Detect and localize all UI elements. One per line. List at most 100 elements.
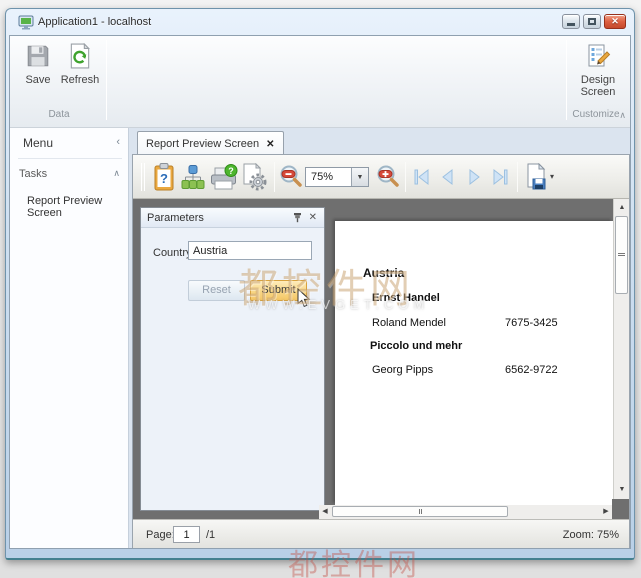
scroll-right-icon: ▶ — [603, 508, 608, 515]
page-setup-gear-icon — [241, 163, 267, 191]
report-preview-panel: ? — [132, 154, 630, 549]
report-contact-phone: 7675-3425 — [505, 317, 558, 329]
pin-icon[interactable] — [293, 212, 302, 223]
chevron-down-icon: ▼ — [357, 174, 364, 181]
last-page-button[interactable] — [488, 159, 512, 195]
toolbar-grip[interactable] — [144, 163, 145, 191]
scroll-down-button[interactable]: ▼ — [614, 483, 629, 497]
scroll-up-icon: ▲ — [619, 204, 626, 211]
vertical-scrollbar[interactable]: ▲ ▼ — [613, 199, 629, 499]
tab-close-icon[interactable]: ✕ — [266, 139, 274, 150]
ribbon-collapse-button[interactable]: ∧ — [619, 110, 626, 121]
status-zoom-value: Zoom: 75% — [563, 529, 619, 541]
document-map-button[interactable] — [179, 159, 207, 195]
next-page-icon — [463, 166, 485, 188]
zoom-dropdown-button[interactable]: ▼ — [351, 168, 368, 186]
zoom-out-icon — [278, 164, 304, 190]
scroll-left-icon: ◀ — [322, 508, 327, 515]
sidebar-menu: Menu ‹ Tasks ∧ Report Preview Screen — [10, 128, 129, 549]
sidebar-item-report-preview-screen[interactable]: Report Preview Screen — [27, 195, 128, 219]
close-icon: ✕ — [611, 16, 619, 27]
print-button[interactable]: ? — [208, 159, 240, 195]
refresh-button[interactable]: Refresh — [60, 40, 100, 106]
report-country-header: Austria — [363, 266, 404, 280]
save-button[interactable]: Save — [18, 40, 58, 106]
toolbar-separator — [517, 162, 518, 192]
parameters-button[interactable]: ? — [150, 159, 178, 195]
report-contact-name: Georg Pipps — [372, 364, 433, 376]
ribbon-separator — [566, 40, 567, 120]
client-area: Save Refresh Data — [9, 35, 631, 549]
export-dropdown-button[interactable]: ▾ — [550, 172, 554, 181]
export-document-icon — [524, 163, 548, 191]
export-document-button[interactable] — [522, 159, 550, 195]
country-input[interactable] — [188, 241, 312, 260]
maximize-button[interactable] — [583, 14, 601, 29]
page-setup-button[interactable] — [240, 159, 268, 195]
tab-report-preview-screen[interactable]: Report Preview Screen ✕ — [137, 131, 284, 156]
scroll-left-button[interactable]: ◀ — [319, 505, 331, 519]
window-title: Application1 - localhost — [38, 16, 151, 28]
toolbar-separator — [405, 162, 406, 192]
chevron-down-icon: ▾ — [550, 172, 554, 181]
document-map-icon — [181, 164, 205, 190]
save-label: Save — [18, 74, 58, 86]
save-icon — [25, 43, 51, 69]
report-contact-name: Roland Mendel — [372, 317, 446, 329]
sidebar-collapse-button[interactable]: ‹ — [116, 136, 120, 148]
reset-label: Reset — [202, 284, 231, 296]
design-screen-icon — [585, 43, 611, 69]
toolbar-separator — [274, 162, 275, 192]
thumb-grip — [618, 253, 625, 256]
parameters-close-icon[interactable]: ✕ — [309, 212, 317, 223]
zoom-out-button[interactable] — [277, 159, 305, 195]
mouse-cursor — [297, 288, 311, 308]
svg-text:?: ? — [160, 171, 168, 186]
first-page-button[interactable] — [410, 159, 434, 195]
chevron-up-icon: ∧ — [113, 168, 120, 178]
desktop-background: Application1 - localhost ✕ Save — [0, 0, 641, 578]
zoom-level-value: 75% — [306, 168, 351, 186]
report-contact-phone: 6562-9722 — [505, 364, 558, 376]
chevron-left-icon: ‹ — [116, 136, 120, 148]
scroll-right-button[interactable]: ▶ — [600, 505, 612, 519]
refresh-icon — [67, 43, 93, 69]
refresh-label: Refresh — [60, 74, 100, 86]
maximize-icon — [588, 18, 596, 25]
sidebar-section-tasks[interactable]: Tasks — [19, 168, 47, 180]
scroll-down-icon: ▼ — [619, 486, 626, 493]
horizontal-scrollbar-thumb[interactable] — [332, 506, 508, 517]
design-screen-button[interactable]: Design Screen — [576, 40, 620, 106]
scrollbar-corner — [612, 499, 629, 519]
parameters-title: Parameters — [141, 212, 293, 224]
status-bar: Page: /1 Zoom: 75% — [133, 519, 629, 549]
page-number-input[interactable] — [173, 526, 200, 543]
next-page-button[interactable] — [462, 159, 486, 195]
page-label: Page: — [146, 529, 175, 541]
preview-toolbar: ? — [133, 155, 629, 199]
design-screen-label-1: Design — [576, 74, 620, 86]
submit-label: Submit — [261, 284, 295, 296]
minimize-button[interactable] — [562, 14, 580, 29]
horizontal-scrollbar[interactable]: ◀ ▶ — [319, 505, 612, 519]
parameters-panel-header[interactable]: Parameters ✕ — [141, 208, 324, 228]
tasks-collapse-button[interactable]: ∧ — [113, 168, 120, 179]
first-page-icon — [411, 166, 433, 188]
minimize-icon — [567, 23, 575, 26]
zoom-level-combobox[interactable]: 75% ▼ — [305, 167, 369, 187]
report-page: Austria Ernst Handel Roland Mendel 7675-… — [335, 221, 613, 505]
page-total: /1 — [206, 529, 215, 541]
close-button[interactable]: ✕ — [604, 14, 626, 29]
titlebar[interactable]: Application1 - localhost ✕ — [6, 9, 634, 35]
ribbon-separator — [106, 40, 107, 120]
zoom-in-button[interactable] — [374, 159, 402, 195]
vertical-scrollbar-thumb[interactable] — [615, 216, 628, 294]
report-company: Ernst Handel — [372, 292, 440, 304]
reset-button[interactable]: Reset — [188, 280, 245, 301]
previous-page-button[interactable] — [436, 159, 460, 195]
scroll-up-button[interactable]: ▲ — [614, 201, 629, 215]
ribbon: Save Refresh Data — [10, 36, 630, 128]
country-label: Country — [153, 247, 192, 259]
toolbar-grip[interactable] — [141, 163, 142, 191]
design-screen-label-2: Screen — [576, 86, 620, 98]
